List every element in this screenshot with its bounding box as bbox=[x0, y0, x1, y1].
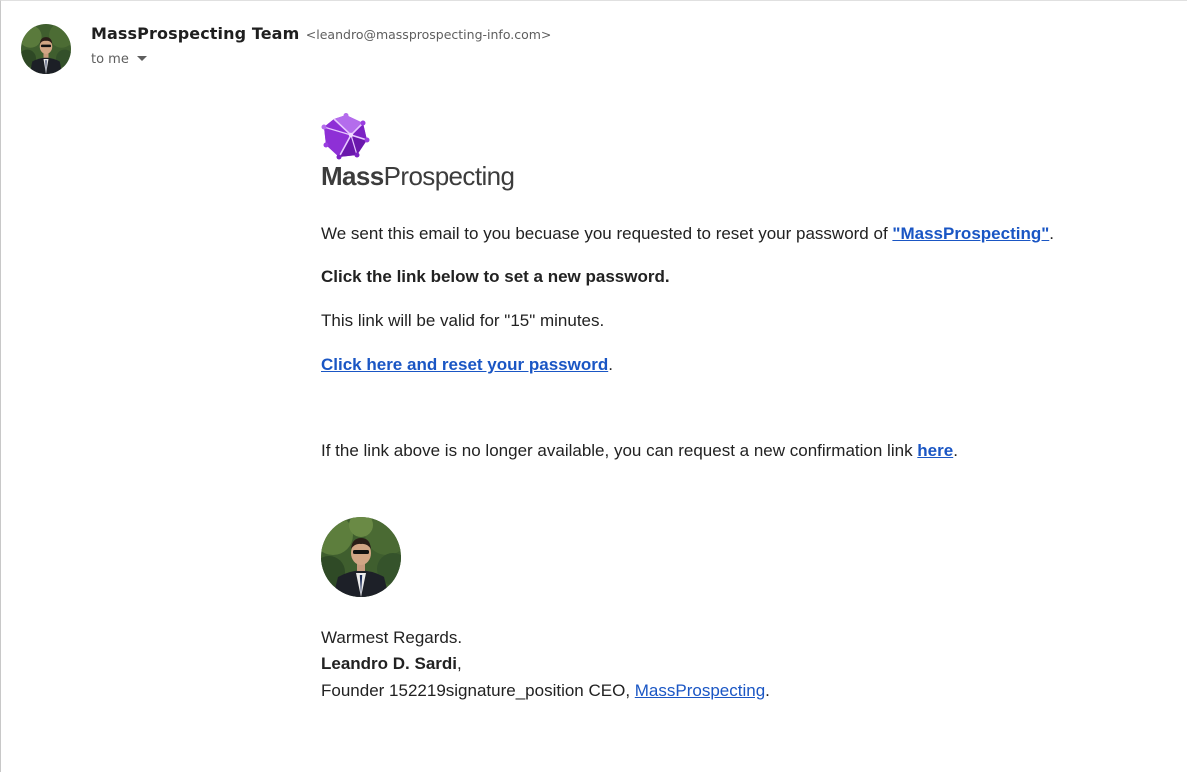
signature-name: Leandro D. Sardi, bbox=[321, 654, 462, 673]
reset-link-paragraph: Click here and reset your password. bbox=[321, 355, 613, 374]
email-view bbox=[0, 0, 1187, 772]
chevron-down-icon[interactable] bbox=[136, 56, 147, 61]
signature-photo bbox=[321, 517, 401, 597]
massprospecting-link[interactable]: "MassProspecting" bbox=[892, 224, 1049, 243]
sender-email: <leandro@massprospecting-info.com> bbox=[305, 27, 552, 42]
validity-notice: This link will be valid for "15" minutes… bbox=[321, 311, 605, 330]
logo-wordmark: MassProspecting bbox=[321, 161, 515, 191]
intro-paragraph: We sent this email to you becuase you re… bbox=[321, 224, 1055, 243]
logo-gem-icon bbox=[321, 113, 370, 160]
reset-password-link[interactable]: Click here and reset your password bbox=[321, 355, 608, 374]
request-new-link[interactable]: here bbox=[917, 441, 953, 460]
signature-greeting: Warmest Regards. bbox=[321, 628, 463, 647]
sender-line: MassProspecting Team <leandro@massprospe… bbox=[91, 24, 551, 44]
recipient-dropdown[interactable]: to me bbox=[91, 52, 147, 67]
massprospecting-logo: MassProspecting bbox=[321, 113, 515, 191]
signature-title: Founder 152219signature_position CEO, Ma… bbox=[321, 681, 770, 700]
company-link[interactable]: MassProspecting bbox=[635, 681, 765, 700]
sender-name[interactable]: MassProspecting Team bbox=[91, 24, 299, 43]
fallback-paragraph: If the link above is no longer available… bbox=[321, 441, 958, 460]
recipient-label: to me bbox=[91, 52, 129, 67]
instruction-heading: Click the link below to set a new passwo… bbox=[321, 267, 670, 286]
sender-avatar[interactable] bbox=[21, 24, 71, 74]
